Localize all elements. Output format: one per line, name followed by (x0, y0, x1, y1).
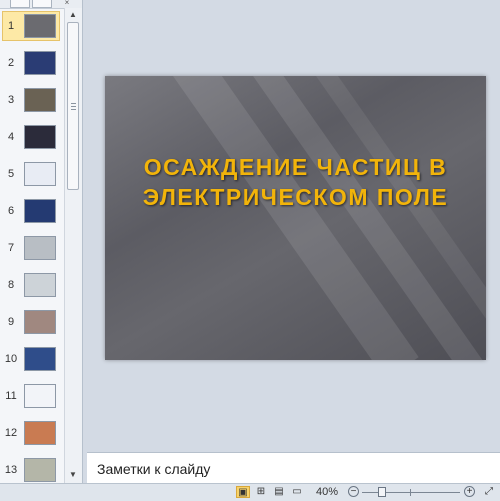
scroll-down-icon[interactable]: ▼ (69, 470, 77, 479)
notes-pane[interactable]: Заметки к слайду (87, 452, 500, 484)
thumbnail-number: 3 (7, 94, 15, 106)
status-bar: ▣ ⊞ ▤ ▭ 40% − + ⤢ (0, 483, 500, 501)
fit-to-window-icon[interactable]: ⤢ (482, 486, 496, 498)
outline-tab[interactable] (32, 0, 52, 8)
slide-sorter-icon[interactable]: ⊞ (254, 486, 268, 498)
thumbnail-image (24, 310, 56, 334)
thumbnail-number: 6 (7, 205, 15, 217)
thumbnail-scrollbar[interactable]: ▲ ▼ (64, 8, 82, 483)
thumbnail-number: 1 (7, 20, 15, 32)
scroll-thumb[interactable] (67, 22, 79, 190)
thumbnail-number: 12 (4, 427, 18, 439)
grip-line (71, 103, 76, 104)
thumbnail-number: 9 (7, 316, 15, 328)
thumbnail-image (24, 51, 56, 75)
slide-title[interactable]: ОСАЖДЕНИЕ ЧАСТИЦ В ЭЛЕКТРИЧЕСКОМ ПОЛЕ (105, 152, 486, 212)
slide-thumbnail[interactable]: 2 (0, 48, 64, 78)
thumbnail-image (24, 125, 56, 149)
thumbnail-image (24, 384, 56, 408)
slides-tab[interactable] (10, 0, 30, 8)
slide-thumbnail[interactable]: 4 (0, 122, 64, 152)
thumbnail-number: 5 (7, 168, 15, 180)
thumbnail-image (24, 458, 56, 482)
normal-view-icon[interactable]: ▣ (236, 486, 250, 498)
close-pane-icon[interactable]: × (58, 0, 76, 7)
thumbnail-number: 8 (7, 279, 15, 291)
notes-placeholder: Заметки к слайду (97, 461, 211, 477)
thumbnail-image (24, 88, 56, 112)
slide-canvas[interactable]: ОСАЖДЕНИЕ ЧАСТИЦ В ЭЛЕКТРИЧЕСКОМ ПОЛЕ (105, 76, 486, 360)
thumbnail-image (24, 236, 56, 260)
slide-thumbnail[interactable]: 3 (0, 85, 64, 115)
thumbnail-image (24, 273, 56, 297)
slide-title-line-2: ЭЛЕКТРИЧЕСКОМ ПОЛЕ (142, 184, 449, 210)
thumbnail-number: 13 (4, 464, 18, 476)
thumbnail-image (24, 14, 56, 38)
slide-thumbnail[interactable]: 12 (0, 418, 64, 448)
zoom-in-button[interactable]: + (464, 486, 475, 497)
slide-thumbnail[interactable]: 6 (0, 196, 64, 226)
thumbnail-number: 10 (4, 353, 18, 365)
slideshow-icon[interactable]: ▭ (290, 486, 304, 498)
reading-view-icon[interactable]: ▤ (272, 486, 286, 498)
zoom-out-button[interactable]: − (348, 486, 359, 497)
slide-title-line-1: ОСАЖДЕНИЕ ЧАСТИЦ В (143, 154, 448, 180)
slide-thumbnail[interactable]: 13 (0, 455, 64, 485)
thumbnail-number: 2 (7, 57, 15, 69)
thumbnail-image (24, 199, 56, 223)
grip-line (71, 109, 76, 110)
thumbnail-number: 4 (7, 131, 15, 143)
slide-thumbnail[interactable]: 7 (0, 233, 64, 263)
slide-thumbnail[interactable]: 5 (0, 159, 64, 189)
slide-editing-area: ОСАЖДЕНИЕ ЧАСТИЦ В ЭЛЕКТРИЧЕСКОМ ПОЛЕ (83, 0, 500, 446)
grip-line (71, 106, 76, 107)
slide-thumbnail[interactable]: 8 (0, 270, 64, 300)
slide-thumbnail[interactable]: 1 (0, 11, 64, 41)
slide-thumbnail[interactable]: 10 (0, 344, 64, 374)
slides-pane: × 1 2 3 4 5 6 7 8 9 10 11 12 13 ▲ ▼ (0, 0, 83, 483)
zoom-slider-handle[interactable] (378, 487, 386, 497)
zoom-level[interactable]: 40% (316, 486, 338, 498)
slide-thumbnail[interactable]: 9 (0, 307, 64, 337)
thumbnail-image (24, 421, 56, 445)
thumbnail-number: 11 (5, 390, 17, 402)
thumbnail-number: 7 (7, 242, 15, 254)
thumbnail-image (24, 162, 56, 186)
slide-thumbnail[interactable]: 11 (0, 381, 64, 411)
scroll-up-icon[interactable]: ▲ (69, 10, 77, 19)
zoom-center-tick (410, 489, 411, 496)
thumbnail-image (24, 347, 56, 371)
zoom-slider[interactable] (362, 492, 460, 493)
